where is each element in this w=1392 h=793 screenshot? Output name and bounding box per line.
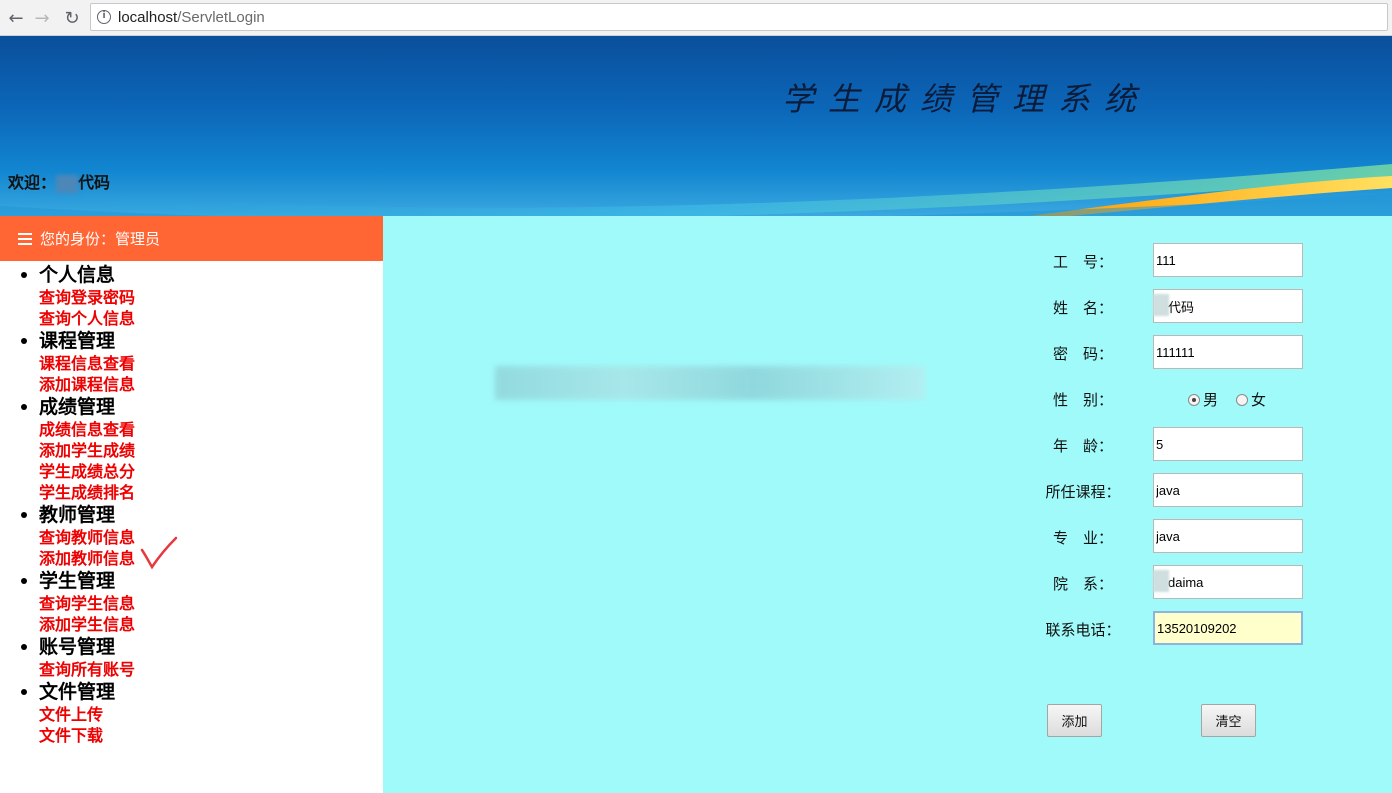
form-row-phone: 联系电话： (1033, 611, 1392, 645)
password-input[interactable] (1153, 335, 1303, 369)
course-label: 所任课程： (1045, 483, 1121, 501)
main-content: 工 号： 姓 名： 密 码： 性 别： 男 女 年 龄： 所任课程： 专 业： (383, 216, 1392, 793)
menu-group-personal: 个人信息 查询登录密码 查询个人信息 (18, 263, 383, 329)
menu-group-title: 课程管理 (39, 330, 116, 352)
banner-swoosh-graphic (0, 164, 1392, 216)
dept-field-wrap (1153, 565, 1303, 599)
menu-group-title: 学生管理 (39, 570, 116, 592)
form-row-password: 密 码： (1033, 335, 1392, 369)
name-label: 姓 名： (1052, 299, 1113, 317)
name-field-wrap (1153, 289, 1303, 323)
dept-label: 院 系： (1052, 575, 1113, 593)
menu-link-add-course[interactable]: 添加课程信息 (39, 374, 383, 395)
menu-link-query-accounts[interactable]: 查询所有账号 (39, 659, 383, 680)
redacted-name-blur (56, 174, 79, 193)
password-label: 密 码： (1052, 345, 1113, 363)
redacted-blur (1153, 294, 1169, 316)
back-arrow-icon[interactable]: ← (4, 6, 28, 30)
menu-link-score-total[interactable]: 学生成绩总分 (39, 461, 383, 482)
menu-link-query-student[interactable]: 查询学生信息 (39, 593, 383, 614)
hamburger-icon (18, 230, 32, 248)
menu-link-file-upload[interactable]: 文件上传 (39, 704, 383, 725)
clear-button[interactable]: 清空 (1201, 704, 1256, 737)
form-row-gender: 性 别： 男 女 (1033, 381, 1392, 415)
course-input[interactable] (1153, 473, 1303, 507)
menu-group-student: 学生管理 查询学生信息 添加学生信息 (18, 569, 383, 635)
menu-group-title: 个人信息 (39, 264, 116, 286)
form-row-name: 姓 名： (1033, 289, 1392, 323)
menu-group-account: 账号管理 查询所有账号 (18, 635, 383, 680)
id-input[interactable] (1153, 243, 1303, 277)
menu-group-score: 成绩管理 成绩信息查看 添加学生成绩 学生成绩总分 学生成绩排名 (18, 395, 383, 503)
menu-link-query-password[interactable]: 查询登录密码 (39, 287, 383, 308)
header-banner: 学生成绩管理系统 欢迎： 代码 (0, 36, 1392, 216)
role-bar: 您的身份：管理员 (0, 216, 383, 261)
gender-male-radio[interactable] (1188, 393, 1200, 406)
info-icon[interactable]: i (97, 10, 111, 24)
menu-group-title: 成绩管理 (39, 396, 116, 418)
major-input[interactable] (1153, 519, 1303, 553)
gender-radio-group: 男 女 (1188, 389, 1284, 410)
gender-label: 性 别： (1052, 391, 1113, 409)
menu-group-file: 文件管理 文件上传 文件下载 (18, 680, 383, 746)
menu-group-title: 教师管理 (39, 504, 116, 526)
phone-input[interactable] (1153, 611, 1303, 645)
menu-link-score-rank[interactable]: 学生成绩排名 (39, 482, 383, 503)
age-label: 年 龄： (1052, 437, 1113, 455)
menu-link-view-course[interactable]: 课程信息查看 (39, 353, 383, 374)
url-text: localhost/ServletLogin (118, 9, 265, 26)
check-mark-icon (140, 536, 178, 570)
redacted-blur (1153, 570, 1169, 592)
major-label: 专 业： (1052, 529, 1113, 547)
gender-male-label: 男 (1203, 391, 1219, 409)
menu-link-add-score[interactable]: 添加学生成绩 (39, 440, 383, 461)
browser-toolbar: ← → ↻ i localhost/ServletLogin (0, 0, 1392, 36)
form-row-age: 年 龄： (1033, 427, 1392, 461)
system-title: 学生成绩管理系统 (782, 80, 1151, 118)
menu-link-view-score[interactable]: 成绩信息查看 (39, 419, 383, 440)
welcome-text: 欢迎： 代码 (8, 173, 111, 193)
form-row-dept: 院 系： (1033, 565, 1392, 599)
menu-link-query-personal-info[interactable]: 查询个人信息 (39, 308, 383, 329)
menu-group-title: 文件管理 (39, 681, 116, 703)
dept-input[interactable] (1153, 565, 1303, 599)
sidebar: 您的身份：管理员 个人信息 查询登录密码 查询个人信息 课程管理 课程信息查看 … (0, 216, 383, 793)
role-text: 您的身份：管理员 (40, 230, 161, 248)
reload-icon[interactable]: ↻ (60, 6, 84, 30)
menu-link-query-teacher[interactable]: 查询教师信息 (39, 527, 383, 548)
name-input[interactable] (1153, 289, 1303, 323)
add-button[interactable]: 添加 (1047, 704, 1102, 737)
menu-group-title: 账号管理 (39, 636, 116, 658)
menu-link-add-teacher[interactable]: 添加教师信息 (39, 548, 383, 569)
form-row-id: 工 号： (1033, 243, 1392, 277)
phone-label: 联系电话： (1045, 621, 1121, 639)
address-bar[interactable]: i localhost/ServletLogin (90, 3, 1388, 31)
blurred-heading (495, 366, 925, 400)
nav-menu: 个人信息 查询登录密码 查询个人信息 课程管理 课程信息查看 添加课程信息 成绩… (0, 261, 383, 746)
menu-link-add-student[interactable]: 添加学生信息 (39, 614, 383, 635)
menu-group-teacher: 教师管理 查询教师信息 添加教师信息 (18, 503, 383, 569)
form-row-course: 所任课程： (1033, 473, 1392, 507)
menu-group-course: 课程管理 课程信息查看 添加课程信息 (18, 329, 383, 395)
age-input[interactable] (1153, 427, 1303, 461)
menu-link-file-download[interactable]: 文件下载 (39, 725, 383, 746)
id-label: 工 号： (1052, 253, 1113, 271)
forward-arrow-icon[interactable]: → (30, 6, 54, 30)
gender-female-label: 女 (1251, 391, 1267, 409)
gender-female-radio[interactable] (1236, 393, 1249, 406)
form-row-major: 专 业： (1033, 519, 1392, 553)
